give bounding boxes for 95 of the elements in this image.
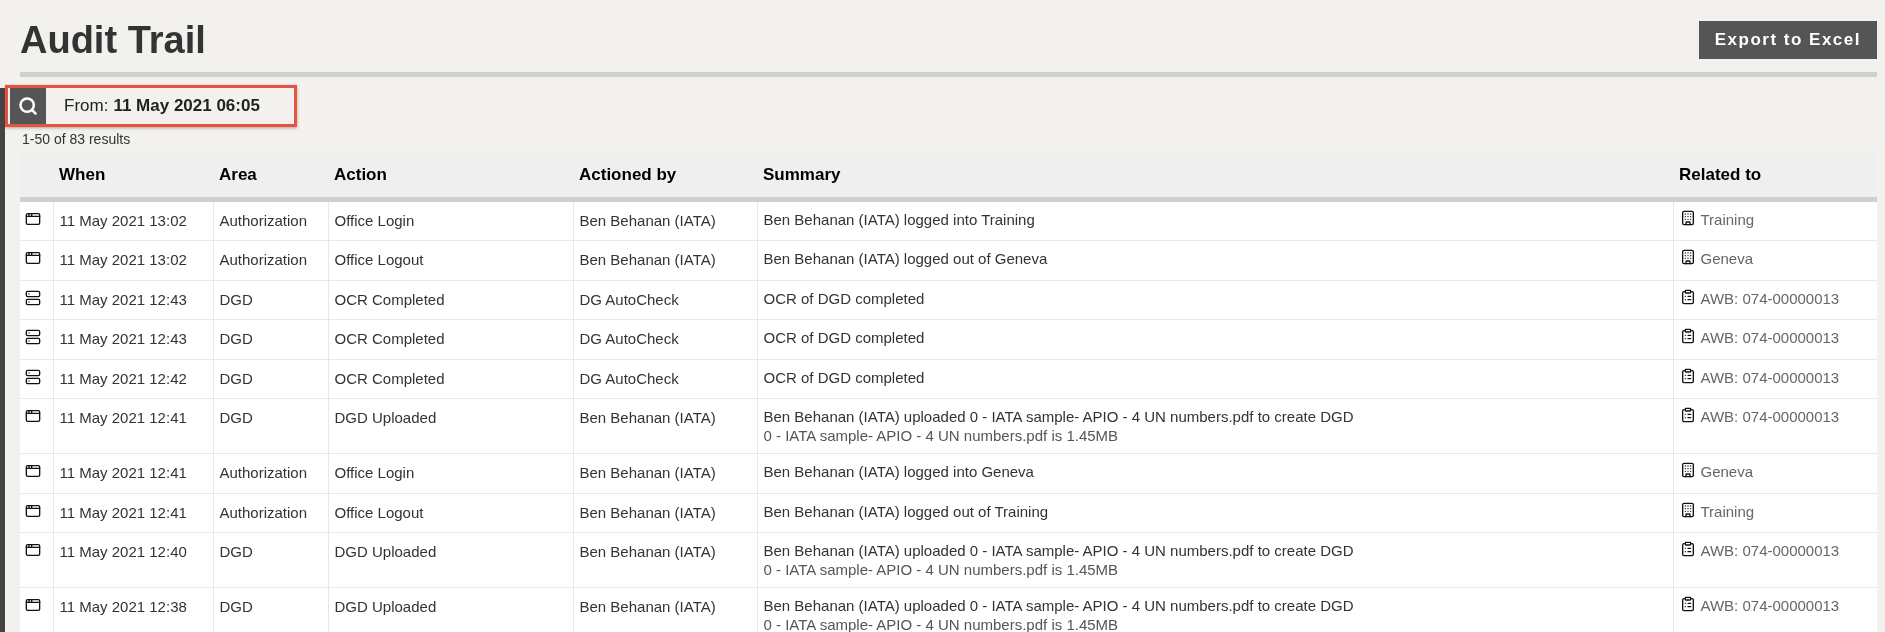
table-cell: DGD Uploaded: [334, 598, 437, 615]
server-icon: [25, 368, 41, 385]
table-cell: Authorization: [219, 503, 308, 521]
building-icon: [1679, 209, 1696, 226]
related-link[interactable]: Training: [1700, 501, 1755, 521]
summary-text: Ben Behanan (IATA) logged into Training: [763, 210, 1035, 228]
related-link[interactable]: AWB: 074-00000013: [1700, 328, 1840, 347]
table-cell: 11 May 2021 12:41: [59, 409, 187, 426]
related-link[interactable]: Geneva: [1700, 249, 1754, 268]
window-icon: [25, 463, 41, 479]
window-icon: [25, 250, 41, 266]
related-link[interactable]: Geneva: [1700, 462, 1754, 481]
summary-text: Ben Behanan (IATA) logged into Geneva: [763, 463, 1034, 480]
table-cell: Ben Behanan (IATA): [579, 211, 716, 229]
column-header: Summary: [757, 153, 1673, 199]
clipboard-icon: [1679, 596, 1696, 612]
window-icon: [25, 408, 41, 424]
column-header: Actioned by: [573, 153, 757, 199]
window-icon: [25, 542, 41, 558]
table-cell: DGD: [219, 330, 253, 347]
table-cell: Office Login: [334, 464, 415, 481]
building-icon: [1679, 462, 1696, 478]
window-icon: [25, 210, 41, 227]
summary-text: Ben Behanan (IATA) logged out of Training: [763, 502, 1049, 520]
server-icon: [25, 329, 41, 345]
related-link[interactable]: AWB: 074-00000013: [1700, 596, 1840, 615]
column-header: Action: [328, 153, 573, 199]
table-cell: Authorization: [219, 251, 308, 268]
building-icon: [1679, 501, 1696, 518]
table-cell: DGD Uploaded: [334, 543, 437, 560]
clipboard-icon: [1679, 367, 1696, 384]
related-link[interactable]: Training: [1700, 209, 1755, 229]
table-cell: DGD: [219, 409, 253, 426]
table-cell: Ben Behanan (IATA): [579, 464, 716, 481]
summary-text: Ben Behanan (IATA) uploaded 0 - IATA sample- APIO - 4 UN numbers.pdf to create DGD: [763, 408, 1354, 425]
table-cell: 11 May 2021 12:43: [59, 330, 187, 347]
summary-text: Ben Behanan (IATA) uploaded 0 - IATA sample- APIO - 4 UN numbers.pdf to create DGD: [763, 597, 1354, 614]
table-cell: Authorization: [219, 211, 308, 229]
table-cell: 11 May 2021 12:42: [59, 369, 187, 387]
column-header: Related to: [1673, 153, 1877, 199]
related-link[interactable]: AWB: 074-00000013: [1700, 407, 1840, 426]
table-cell: DGD: [219, 369, 253, 387]
table-cell: OCR Completed: [334, 330, 445, 347]
summary-text: Ben Behanan (IATA) logged out of Geneva: [763, 250, 1048, 267]
table-cell: OCR Completed: [334, 290, 445, 308]
table-cell: Ben Behanan (IATA): [579, 503, 716, 521]
table-cell: 11 May 2021 12:40: [59, 543, 187, 560]
summary-text: 0 - IATA sample- APIO - 4 UN numbers.pdf is 1.45MB: [763, 561, 1119, 578]
column-header: When: [53, 153, 213, 199]
table-cell: DGD: [219, 598, 253, 615]
table-cell: DG AutoCheck: [579, 330, 679, 347]
table-cell: Office Logout: [334, 503, 424, 521]
related-link[interactable]: AWB: 074-00000013: [1700, 541, 1840, 560]
window-icon: [25, 502, 41, 519]
table-cell: Authorization: [219, 464, 308, 481]
table-cell: DGD: [219, 290, 253, 308]
clipboard-icon: [1679, 407, 1696, 423]
search-icon: [18, 96, 38, 116]
related-link[interactable]: AWB: 074-00000013: [1700, 367, 1840, 387]
table-cell: 11 May 2021 12:41: [59, 464, 187, 481]
table-cell: DGD Uploaded: [334, 409, 437, 426]
clipboard-icon: [1679, 541, 1696, 557]
summary-text: 0 - IATA sample- APIO - 4 UN numbers.pdf is 1.45MB: [763, 427, 1119, 444]
table-cell: 11 May 2021 13:02: [59, 251, 187, 268]
table-cell: Ben Behanan (IATA): [579, 251, 716, 268]
table-cell: Ben Behanan (IATA): [579, 543, 716, 560]
filter-label: From:: [64, 95, 109, 118]
summary-text: Ben Behanan (IATA) uploaded 0 - IATA sample- APIO - 4 UN numbers.pdf to create DGD: [763, 542, 1354, 559]
table-cell: 11 May 2021 12:41: [59, 503, 187, 521]
table-cell: DG AutoCheck: [579, 290, 679, 308]
table-cell: 11 May 2021 12:43: [59, 290, 187, 308]
table-cell: OCR Completed: [334, 369, 445, 387]
related-link[interactable]: AWB: 074-00000013: [1700, 288, 1840, 308]
server-icon: [25, 289, 41, 306]
table-cell: 11 May 2021 13:02: [59, 211, 187, 229]
column-header: Area: [213, 153, 328, 199]
table-cell: 11 May 2021 12:38: [59, 598, 187, 615]
summary-text: OCR of DGD completed: [763, 329, 925, 346]
clipboard-icon: [1679, 288, 1696, 305]
table-cell: Ben Behanan (IATA): [579, 598, 716, 615]
table-cell: Office Logout: [334, 251, 424, 268]
clipboard-icon: [1679, 328, 1696, 344]
search-button[interactable]: [10, 88, 46, 124]
table-cell: Ben Behanan (IATA): [579, 409, 716, 426]
export-button[interactable]: Export to Excel: [1698, 21, 1877, 59]
summary-text: OCR of DGD completed: [763, 368, 925, 386]
filter-value: 11 May 2021 06:05: [113, 95, 260, 118]
table-cell: DG AutoCheck: [579, 369, 679, 387]
building-icon: [1679, 249, 1696, 265]
table-cell: Office Login: [334, 211, 415, 229]
results-count: 1-50 of 83 results: [22, 131, 131, 147]
page-title: Audit Trail: [20, 18, 206, 62]
window-icon: [25, 597, 41, 613]
summary-text: OCR of DGD completed: [763, 289, 925, 307]
table-cell: DGD: [219, 543, 253, 560]
